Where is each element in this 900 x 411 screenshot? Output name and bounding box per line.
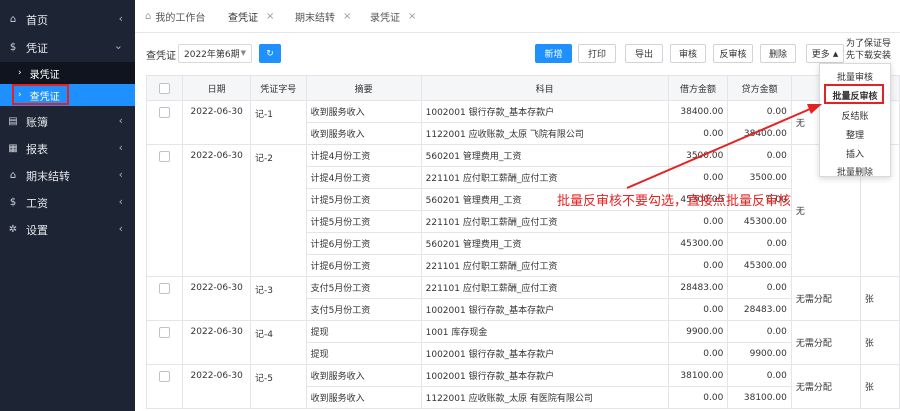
annotation-text: 批量反审核不要勾选，直接点批量反审核 <box>557 194 792 209</box>
